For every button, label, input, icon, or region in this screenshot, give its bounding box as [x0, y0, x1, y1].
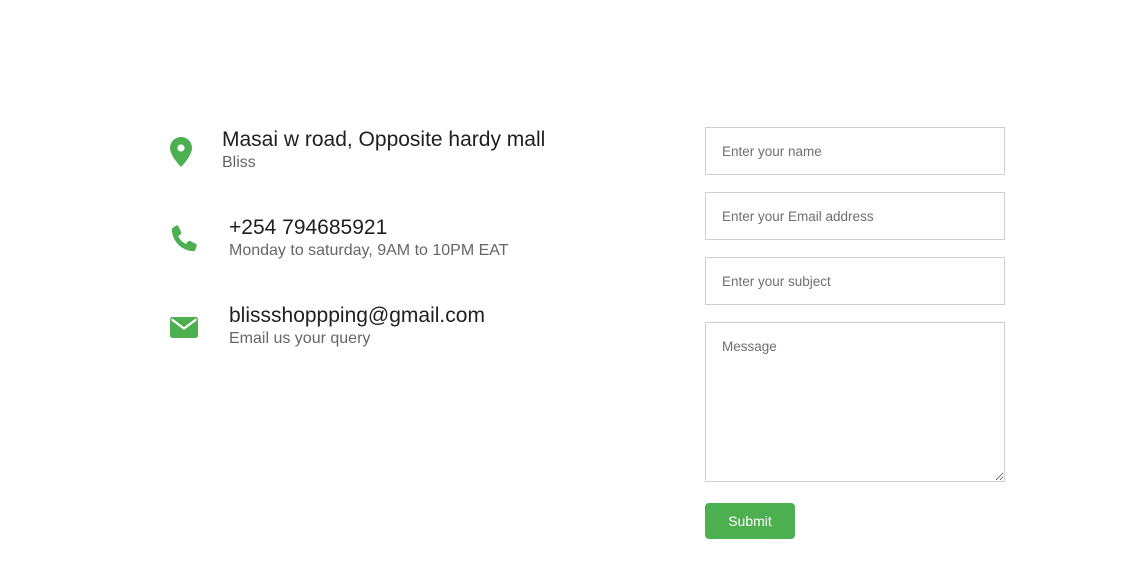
phone-icon	[168, 223, 202, 257]
name-input[interactable]	[705, 127, 1005, 175]
address-text: Masai w road, Opposite hardy mall Bliss	[222, 127, 545, 173]
email-address: blissshoppping@gmail.com	[229, 304, 485, 327]
phone-number: +254 794685921	[229, 216, 388, 239]
address-subtitle: Bliss	[222, 154, 256, 171]
submit-button[interactable]: Submit	[705, 503, 795, 539]
address-title: Masai w road, Opposite hardy mall	[222, 128, 546, 151]
email-text: blissshoppping@gmail.com Email us your q…	[229, 303, 485, 349]
envelope-icon	[168, 316, 202, 350]
contact-section: Masai w road, Opposite hardy mall Bliss …	[0, 0, 1124, 578]
phone-text: +254 794685921 Monday to saturday, 9AM t…	[229, 215, 509, 261]
email-input[interactable]	[705, 192, 1005, 240]
location-pin-icon	[168, 136, 202, 170]
email-subtitle: Email us your query	[229, 330, 371, 347]
phone-hours: Monday to saturday, 9AM to 10PM EAT	[229, 242, 509, 259]
message-textarea[interactable]	[705, 322, 1005, 482]
subject-input[interactable]	[705, 257, 1005, 305]
